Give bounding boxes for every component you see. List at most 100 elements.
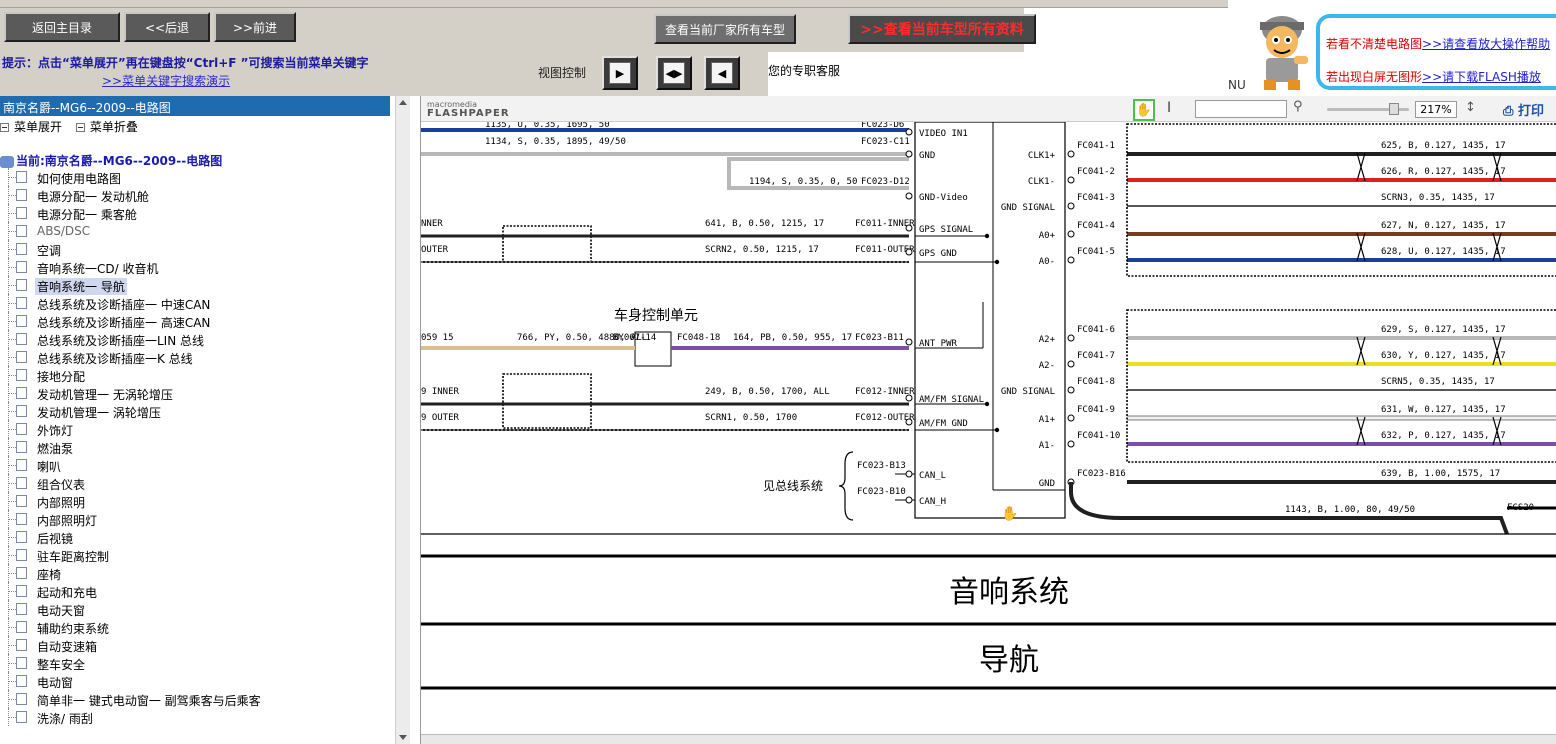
- wire-label: 626, R, 0.127, 1435, 17: [1381, 167, 1506, 177]
- search-input[interactable]: [1195, 100, 1287, 118]
- tree-item[interactable]: 音响系统一 导航: [0, 276, 395, 295]
- horizontal-scrollbar[interactable]: [421, 734, 1556, 744]
- zoom-slider-knob[interactable]: [1389, 103, 1399, 115]
- pin-label: A0+: [1039, 231, 1056, 241]
- tree-item[interactable]: 电源分配一 发动机舱: [0, 186, 395, 204]
- connector-label: FC041-2: [1077, 167, 1115, 177]
- tree-item-label: 内部照明灯: [37, 514, 98, 528]
- tree-item[interactable]: 辅助约束系统: [0, 618, 395, 636]
- top-toolbar: 返回主目录 <<后退 >>前进 查看当前厂家所有车型 >>查看当前车型所有资料 …: [0, 0, 1556, 96]
- text-select-icon[interactable]: I: [1167, 100, 1171, 116]
- terminal-circle: [905, 496, 913, 504]
- pin-label: CLK1+: [1028, 151, 1056, 161]
- view-factory-models-button[interactable]: 查看当前厂家所有车型: [654, 14, 796, 44]
- wire-label: SCRN3, 0.35, 1435, 17: [1381, 193, 1495, 203]
- view-model-all-button[interactable]: >>查看当前车型所有资料: [848, 14, 1036, 44]
- terminal-circle: [1067, 334, 1075, 342]
- search-hint: 提示：点击“菜单展开”再在键盘按“Ctrl+F ”可搜索当前菜单关键字: [2, 56, 369, 70]
- document-icon: [16, 423, 27, 435]
- zoom-slider[interactable]: [1327, 103, 1409, 115]
- tree-connector: [8, 591, 16, 592]
- bus-bracket: [838, 451, 854, 521]
- print-button[interactable]: ⎙ 打印: [1503, 100, 1544, 119]
- back-button[interactable]: <<后退: [124, 12, 210, 42]
- wire-stub-label: OUTER: [421, 245, 449, 255]
- tree-item[interactable]: 内部照明: [0, 492, 395, 510]
- connector-label: FC041-10: [1077, 431, 1120, 441]
- menu-expand-label: 菜单展开: [14, 120, 63, 134]
- tree-item[interactable]: 电源分配一 乘客舱: [0, 204, 395, 222]
- menu-collapse-button[interactable]: 菜单折叠: [75, 118, 138, 135]
- connector-label: FC041-7: [1077, 351, 1115, 361]
- tree-item[interactable]: 驻车距离控制: [0, 546, 395, 564]
- tree-item[interactable]: 总线系统及诊断插座一K 总线: [0, 348, 395, 366]
- tree-item[interactable]: 起动和充电: [0, 582, 395, 600]
- splice-dot: [994, 259, 1000, 265]
- terminal-circle: [905, 192, 913, 200]
- scroll-up-icon[interactable]: [399, 100, 407, 105]
- tree-item[interactable]: 内部照明灯: [0, 510, 395, 528]
- tree-item[interactable]: 总线系统及诊断插座一 中速CAN: [0, 294, 395, 312]
- document-icon: [16, 387, 27, 399]
- zoom-help-link[interactable]: >>请查看放大操作帮助: [1422, 37, 1550, 51]
- wire-label: 632, P, 0.127, 1435, 17: [1381, 431, 1506, 441]
- tree-scrollbar[interactable]: [395, 96, 410, 744]
- back-to-main-button[interactable]: 返回主目录: [4, 12, 120, 42]
- fit-page-icon[interactable]: ↕: [1465, 100, 1476, 115]
- tree-connector: [8, 483, 16, 484]
- tree-item-label: 音响系统一 导航: [35, 278, 127, 295]
- split-arrows-icon: ◀▶: [663, 62, 685, 84]
- wiring-diagram[interactable]: 1135, U, 0.35, 1695, 50 1134, S, 0.35, 18…: [421, 122, 1556, 734]
- tree-item[interactable]: 总线系统及诊断插座一LIN 总线: [0, 330, 395, 348]
- tree-item[interactable]: 音响系统一CD/ 收音机: [0, 258, 395, 276]
- tree-root[interactable]: 当前:南京名爵--MG6--2009--电路图: [0, 152, 222, 169]
- tree-item[interactable]: 整车安全: [0, 654, 395, 672]
- document-icon: [16, 675, 27, 687]
- terminal-circle: [1067, 230, 1075, 238]
- menu-expand-button[interactable]: 菜单展开: [0, 118, 62, 135]
- tree-item[interactable]: 发动机管理一 涡轮增压: [0, 402, 395, 420]
- tree-item[interactable]: 空调: [0, 240, 395, 258]
- document-icon: [16, 495, 27, 507]
- view-left-button[interactable]: ▶: [602, 56, 638, 90]
- tree-item[interactable]: 发动机管理一 无涡轮增压: [0, 384, 395, 402]
- tree-item[interactable]: ABS/DSC: [0, 222, 395, 240]
- tree-item[interactable]: 电动天窗: [0, 600, 395, 618]
- tree-item[interactable]: 喇叭: [0, 456, 395, 474]
- tree-item[interactable]: 后视镜: [0, 528, 395, 546]
- zoom-value[interactable]: 217%: [1415, 101, 1457, 118]
- forward-button[interactable]: >>前进: [214, 12, 296, 42]
- pin-label: GPS SIGNAL: [919, 225, 973, 235]
- tree-item-label: 总线系统及诊断插座一LIN 总线: [37, 334, 205, 348]
- pin-label: GND: [1039, 479, 1055, 489]
- tree-item[interactable]: 组合仪表: [0, 474, 395, 492]
- tree-item[interactable]: 电动窗: [0, 672, 395, 690]
- tree-item[interactable]: 简单非一 键式电动窗一 副驾乘客与后乘客: [0, 690, 395, 708]
- view-both-button[interactable]: ◀▶: [656, 56, 692, 90]
- flash-download-link[interactable]: >>请下载FLASH播放: [1422, 70, 1541, 84]
- tree-item[interactable]: 接地分配: [0, 366, 395, 384]
- tree-item[interactable]: 如何使用电路图: [0, 168, 395, 186]
- tree-item[interactable]: 燃油泵: [0, 438, 395, 456]
- search-demo-link[interactable]: >>菜单关键字搜索演示: [102, 72, 230, 89]
- wire-label: 1134, S, 0.35, 1895, 49/50: [485, 137, 626, 147]
- tree-item[interactable]: 座椅: [0, 564, 395, 582]
- tree-item[interactable]: 自动变速箱: [0, 636, 395, 654]
- tree-item[interactable]: 洗涤/ 雨刮: [0, 708, 395, 726]
- tree-connector: [8, 249, 16, 250]
- pin-label: GND SIGNAL: [1001, 203, 1055, 213]
- tree-connector: [8, 465, 16, 466]
- scroll-down-icon[interactable]: [399, 735, 407, 740]
- search-icon[interactable]: ⚲: [1293, 99, 1303, 114]
- document-icon: [16, 621, 27, 633]
- menu-collapse-label: 菜单折叠: [89, 120, 138, 134]
- tree-item[interactable]: 总线系统及诊断插座一 高速CAN: [0, 312, 395, 330]
- view-right-button[interactable]: ◀: [704, 56, 740, 90]
- flashpaper-logo: macromedia FLASHPAPER: [427, 100, 510, 119]
- hand-tool-icon[interactable]: ✋: [1133, 99, 1155, 121]
- tree-item[interactable]: 外饰灯: [0, 420, 395, 438]
- view-control-label: 视图控制: [538, 66, 587, 80]
- tree-connector: [8, 195, 16, 196]
- wire-label: 164, PB, 0.50, 955, 17: [733, 333, 852, 343]
- document-icon: [16, 711, 27, 723]
